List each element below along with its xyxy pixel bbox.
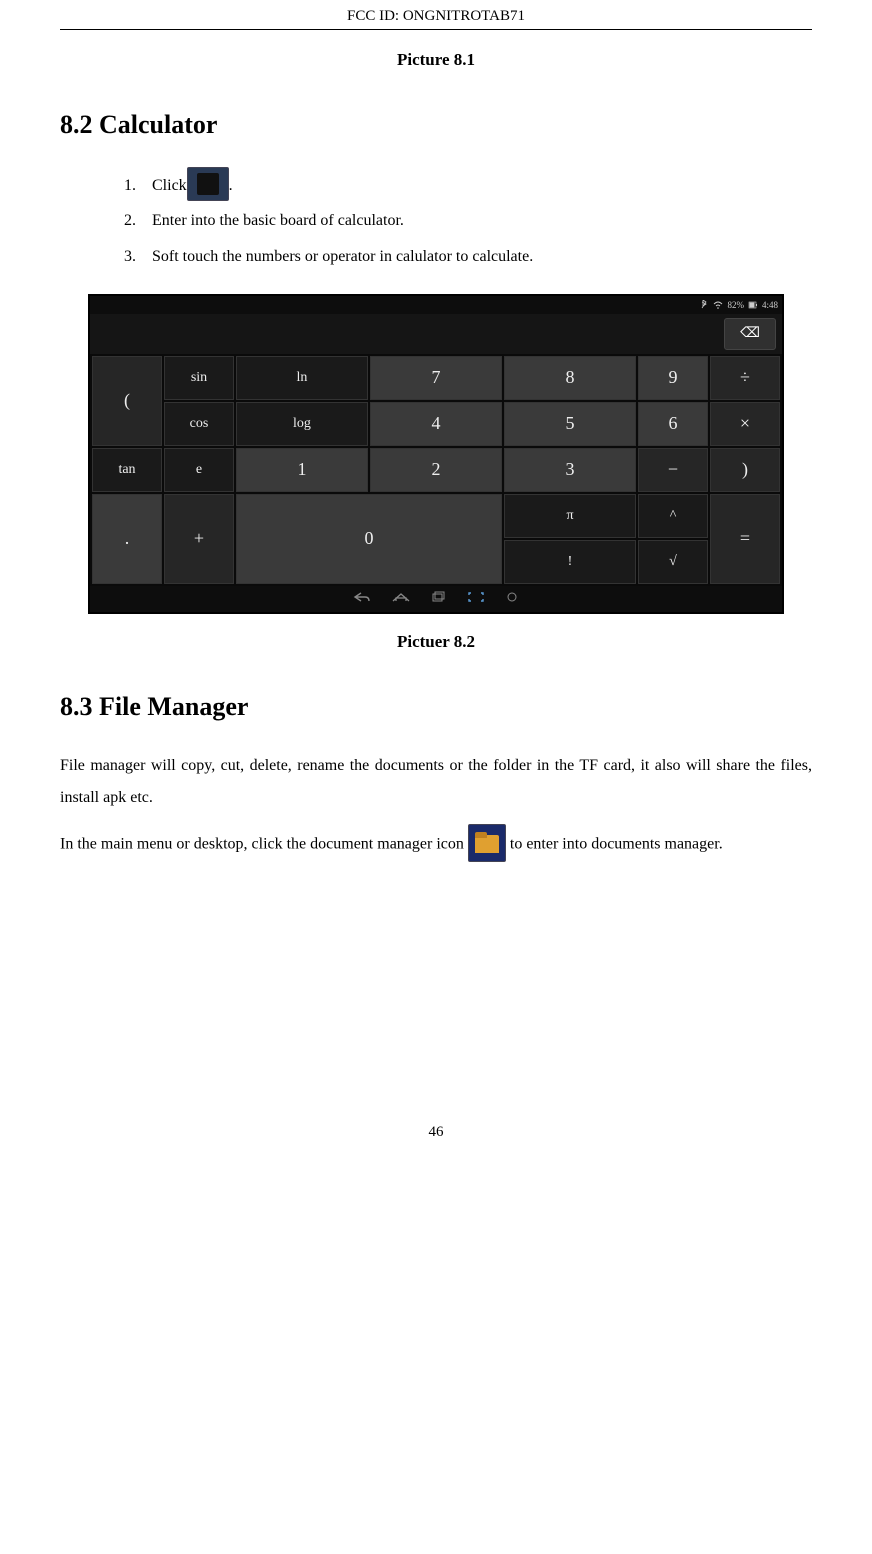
key-e[interactable]: e bbox=[164, 448, 234, 492]
key-sqrt[interactable]: √ bbox=[638, 540, 708, 584]
backspace-button[interactable]: ⌫ bbox=[724, 318, 776, 350]
nav-recent-button[interactable] bbox=[421, 591, 457, 607]
key-plus[interactable]: + bbox=[164, 494, 234, 584]
step-2: Enter into the basic board of calculator… bbox=[140, 203, 812, 238]
step-1: Click. bbox=[140, 168, 812, 203]
key-7[interactable]: 7 bbox=[370, 356, 502, 400]
key-power[interactable]: ^ bbox=[638, 494, 708, 538]
key-cos[interactable]: cos bbox=[164, 402, 234, 446]
key-4[interactable]: 4 bbox=[370, 402, 502, 446]
calculator-display[interactable]: ⌫ bbox=[90, 314, 782, 354]
key-9[interactable]: 9 bbox=[638, 356, 708, 400]
key-close-paren[interactable]: ) bbox=[710, 448, 780, 492]
key-6[interactable]: 6 bbox=[638, 402, 708, 446]
key-tan[interactable]: tan bbox=[92, 448, 162, 492]
fm-p2-text-a: In the main menu or desktop, click the d… bbox=[60, 835, 468, 852]
caption-picture-8-2: Pictuer 8.2 bbox=[60, 632, 812, 652]
key-factorial[interactable]: ! bbox=[504, 540, 636, 584]
key-ln[interactable]: ln bbox=[236, 356, 368, 400]
nav-volume-button[interactable] bbox=[495, 591, 529, 607]
page-number: 46 bbox=[60, 1124, 812, 1161]
key-equals[interactable]: = bbox=[710, 494, 780, 584]
file-manager-paragraph-1: File manager will copy, cut, delete, ren… bbox=[60, 750, 812, 814]
android-status-bar: 82% 4:48 bbox=[90, 296, 782, 314]
key-minus[interactable]: − bbox=[638, 448, 708, 492]
file-manager-app-icon bbox=[468, 824, 506, 862]
android-nav-bar bbox=[90, 586, 782, 612]
status-time: 4:48 bbox=[762, 300, 778, 310]
key-sin[interactable]: sin bbox=[164, 356, 234, 400]
key-pi[interactable]: π bbox=[504, 494, 636, 538]
battery-icon bbox=[748, 300, 758, 310]
nav-back-button[interactable] bbox=[343, 591, 381, 607]
heading-calculator: 8.2 Calculator bbox=[60, 110, 812, 140]
battery-percent: 82% bbox=[727, 300, 744, 310]
step-3: Soft touch the numbers or operator in ca… bbox=[140, 239, 812, 274]
bluetooth-icon bbox=[699, 300, 709, 310]
wifi-icon bbox=[713, 300, 723, 310]
nav-screenshot-button[interactable] bbox=[457, 591, 495, 607]
step-1-text-b: . bbox=[229, 177, 233, 194]
key-divide[interactable]: ÷ bbox=[710, 356, 780, 400]
key-dot[interactable]: . bbox=[92, 494, 162, 584]
file-manager-paragraph-2: In the main menu or desktop, click the d… bbox=[60, 826, 812, 864]
calculator-steps-list: Click. Enter into the basic board of cal… bbox=[140, 168, 812, 274]
calculator-screenshot: 82% 4:48 ⌫ sin ln 7 8 9 ÷ ( cos log 4 5 … bbox=[88, 294, 784, 614]
calculator-keypad: sin ln 7 8 9 ÷ ( cos log 4 5 6 × tan e 1… bbox=[90, 354, 782, 586]
key-8[interactable]: 8 bbox=[504, 356, 636, 400]
caption-picture-8-1: Picture 8.1 bbox=[60, 50, 812, 70]
step-1-text-a: Click bbox=[152, 177, 187, 194]
key-multiply[interactable]: × bbox=[710, 402, 780, 446]
heading-file-manager: 8.3 File Manager bbox=[60, 692, 812, 722]
fm-p2-text-b: to enter into documents manager. bbox=[506, 835, 723, 852]
key-5[interactable]: 5 bbox=[504, 402, 636, 446]
key-3[interactable]: 3 bbox=[504, 448, 636, 492]
calculator-app-icon bbox=[187, 167, 229, 201]
key-1[interactable]: 1 bbox=[236, 448, 368, 492]
key-2[interactable]: 2 bbox=[370, 448, 502, 492]
page-header: FCC ID: ONGNITROTAB71 bbox=[60, 0, 812, 30]
key-log[interactable]: log bbox=[236, 402, 368, 446]
key-open-paren[interactable]: ( bbox=[92, 356, 162, 446]
key-0[interactable]: 0 bbox=[236, 494, 502, 584]
nav-home-button[interactable] bbox=[381, 591, 421, 607]
